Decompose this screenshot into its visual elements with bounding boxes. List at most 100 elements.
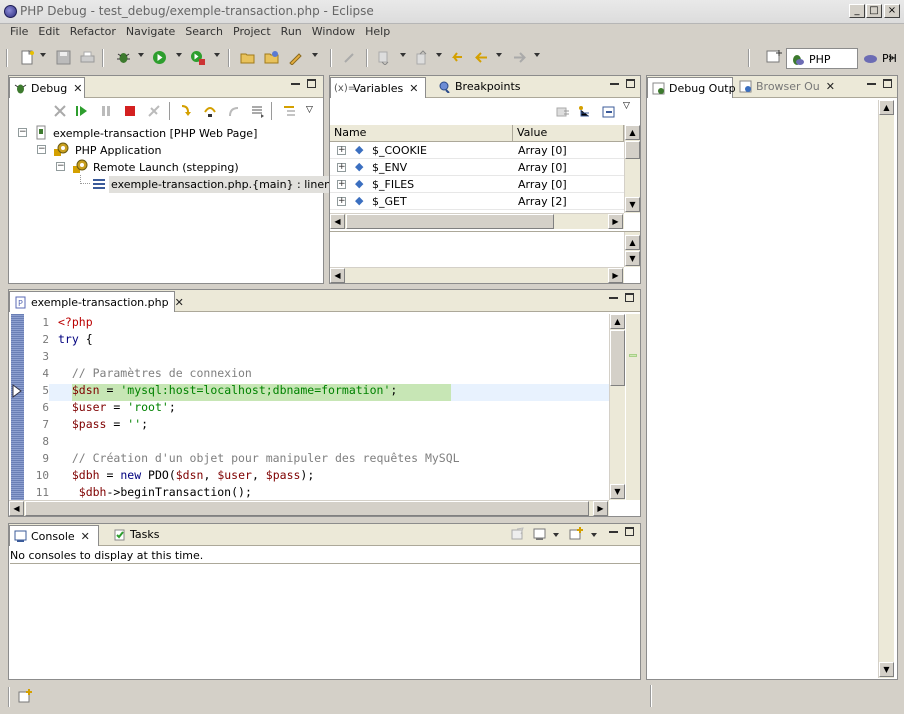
tree-collapse-toggle[interactable]: −	[18, 128, 27, 137]
back-arrow-icon[interactable]	[472, 48, 490, 66]
tree-expand-toggle[interactable]: +	[337, 180, 346, 189]
close-icon[interactable]: ✕	[826, 76, 835, 97]
run-external-icon[interactable]	[188, 48, 206, 66]
code-line[interactable]: <?php	[58, 314, 93, 331]
disconnect-icon[interactable]	[145, 102, 163, 120]
open-perspective-icon[interactable]	[766, 49, 784, 67]
scroll-thumb[interactable]	[346, 214, 554, 229]
tab-console[interactable]: Console ✕	[9, 525, 99, 546]
overview-ruler-mark[interactable]	[629, 354, 637, 357]
code-line[interactable]: $dbh->beginTransaction();	[58, 484, 252, 500]
tree-expand-toggle[interactable]: +	[337, 197, 346, 206]
menu-file[interactable]: File	[5, 24, 33, 40]
overview-ruler[interactable]	[626, 314, 640, 500]
chevron-down-icon[interactable]	[436, 53, 442, 57]
scroll-down-button[interactable]: ▼	[610, 484, 625, 499]
tab-debug-output[interactable]: Debug Outp	[647, 77, 736, 98]
table-row[interactable]: + ◆ $_ENV Array [0]	[330, 159, 624, 176]
table-row[interactable]: + ◆ $_GET Array [2]	[330, 193, 624, 210]
variables-table-vscrollbar[interactable]: ▲ ▼	[624, 125, 640, 213]
code-area[interactable]: 1 <?php 2 try {3 4 // Paramètres de connexio…	[9, 314, 609, 500]
scroll-up-button[interactable]: ▲	[879, 100, 894, 115]
close-icon[interactable]: ✕	[81, 526, 90, 547]
tab-browser-output[interactable]: Browser Ou ✕	[735, 76, 843, 98]
maximize-view-icon[interactable]	[307, 79, 316, 88]
scroll-left-button[interactable]: ◀	[330, 268, 345, 283]
maximize-view-icon[interactable]	[625, 293, 634, 302]
scroll-down-button[interactable]: ▼	[625, 197, 640, 212]
scroll-right-button[interactable]: ▶	[593, 501, 608, 516]
chevron-down-icon[interactable]	[40, 53, 46, 57]
chevron-down-icon[interactable]	[176, 53, 182, 57]
tree-collapse-toggle[interactable]: −	[56, 162, 65, 171]
next-annotation-icon[interactable]	[374, 48, 392, 66]
maximize-view-icon[interactable]	[883, 79, 892, 88]
chevron-down-icon[interactable]	[214, 53, 220, 57]
scroll-down-button[interactable]: ▼	[879, 662, 894, 677]
debug-output-vscrollbar[interactable]: ▲ ▼	[878, 100, 894, 678]
scroll-right-button[interactable]: ▶	[608, 214, 623, 229]
code-line[interactable]: $dbh = new PDO($dsn, $user, $pass);	[58, 467, 314, 484]
tab-exemple-transaction-php[interactable]: P exemple-transaction.php ✕	[9, 291, 184, 312]
close-icon[interactable]: ✕	[175, 292, 184, 313]
variables-table-hscrollbar[interactable]: ◀ ▶	[330, 213, 624, 229]
table-row[interactable]: + ◆ $_FILES Array [0]	[330, 176, 624, 193]
perspective-php-debug[interactable]: PHP Debug	[786, 48, 858, 87]
tree-item-remote-launch[interactable]: Remote Launch (stepping)	[93, 159, 239, 176]
suspend-icon[interactable]	[97, 102, 115, 120]
minimize-view-icon[interactable]	[609, 297, 618, 299]
maximize-window-button[interactable]: □	[866, 4, 882, 18]
scroll-thumb[interactable]	[625, 141, 640, 159]
menu-navigate[interactable]: Navigate	[121, 24, 180, 40]
detail-vscrollbar[interactable]: ▲ ▼	[624, 232, 640, 267]
display-console-icon[interactable]	[531, 525, 549, 543]
step-over-icon[interactable]	[201, 102, 219, 120]
minimize-view-icon[interactable]	[291, 83, 300, 85]
use-step-filters-icon[interactable]	[281, 102, 299, 120]
chevron-down-icon[interactable]	[400, 53, 406, 57]
save-icon[interactable]	[54, 48, 72, 66]
minimize-view-icon[interactable]	[610, 83, 619, 85]
tab-tasks[interactable]: Tasks	[109, 524, 169, 546]
menu-project[interactable]: Project	[228, 24, 276, 40]
chevron-down-icon[interactable]	[534, 53, 540, 57]
open-type-icon[interactable]	[286, 48, 304, 66]
menu-edit[interactable]: Edit	[33, 24, 64, 40]
previous-annotation-icon[interactable]	[412, 48, 430, 66]
code-line[interactable]: $dsn = 'mysql:host=localhost;dbname=form…	[58, 382, 397, 399]
tree-expand-toggle[interactable]: +	[337, 146, 346, 155]
last-edit-location-icon[interactable]	[448, 48, 466, 66]
code-line[interactable]: $user = 'root';	[58, 399, 176, 416]
fast-view-icon[interactable]	[16, 687, 36, 707]
scroll-thumb[interactable]	[25, 501, 589, 516]
minimize-view-icon[interactable]	[867, 83, 876, 85]
forward-arrow-icon[interactable]	[510, 48, 528, 66]
menu-refactor[interactable]: Refactor	[65, 24, 121, 40]
editor-hscrollbar[interactable]: ◀ ▶	[9, 500, 609, 516]
scroll-up-button[interactable]: ▲	[625, 125, 640, 140]
scroll-up-button[interactable]: ▲	[610, 314, 625, 329]
scroll-right-button[interactable]: ▶	[608, 268, 623, 283]
maximize-view-icon[interactable]	[626, 79, 635, 88]
print-icon[interactable]	[78, 48, 96, 66]
chevron-down-icon[interactable]	[496, 53, 502, 57]
tree-item-stack-frame[interactable]: exemple-transaction.php.{main} : lineno …	[109, 176, 351, 193]
tree-expand-toggle[interactable]: +	[337, 163, 346, 172]
terminate-icon[interactable]	[121, 102, 139, 120]
maximize-view-icon[interactable]	[625, 527, 634, 536]
show-logical-structure-icon[interactable]	[576, 103, 594, 121]
code-line[interactable]: // Création d'un objet pour manipuler de…	[58, 450, 460, 467]
more-perspectives-icon[interactable]: »	[888, 51, 895, 64]
close-icon[interactable]: ✕	[409, 78, 418, 99]
drop-to-frame-icon[interactable]	[249, 102, 267, 120]
code-line[interactable]: try {	[58, 331, 93, 348]
chevron-down-icon[interactable]: ▽	[623, 101, 630, 111]
scroll-down-button[interactable]: ▼	[625, 251, 640, 266]
column-header-name[interactable]: Name	[330, 125, 513, 142]
scroll-up-button[interactable]: ▲	[625, 235, 640, 250]
code-line[interactable]: // Paramètres de connexion	[58, 365, 252, 382]
minimize-view-icon[interactable]	[609, 531, 618, 533]
variable-detail-pane[interactable]: ▲ ▼ ◀ ▶	[330, 231, 640, 283]
menu-help[interactable]: Help	[360, 24, 395, 40]
chevron-down-icon[interactable]	[138, 53, 144, 57]
